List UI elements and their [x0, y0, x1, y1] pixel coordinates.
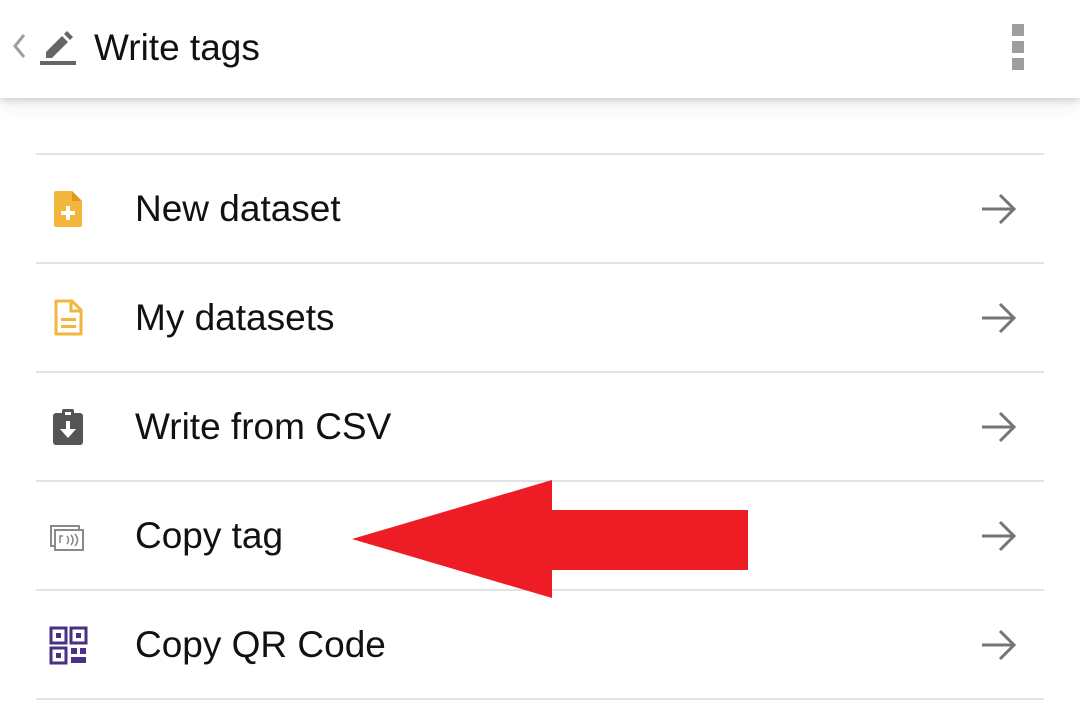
menu-item-write-from-csv[interactable]: Write from CSV	[36, 373, 1044, 482]
edit-icon	[40, 31, 76, 65]
chevron-left-icon[interactable]	[6, 26, 30, 66]
menu-item-label: Copy tag	[135, 515, 284, 556]
menu-item-my-datasets[interactable]: My datasets	[36, 264, 1044, 373]
menu-item-new-dataset[interactable]: New dataset	[36, 155, 1044, 264]
menu-item-label: New dataset	[135, 188, 341, 229]
menu-item-copy-qr-code[interactable]: Copy QR Code	[36, 591, 1044, 700]
clipboard-download-icon	[53, 409, 83, 445]
menu-list: New dataset My datasets Write from CSV C…	[36, 153, 1044, 700]
more-vert-icon[interactable]	[1000, 22, 1036, 72]
annotation-arrow	[352, 480, 748, 598]
menu-item-label: My datasets	[135, 297, 335, 338]
nfc-card-icon	[50, 525, 84, 551]
page-title: Write tags	[94, 27, 260, 68]
arrow-right-icon	[982, 520, 1017, 552]
arrow-right-icon	[982, 411, 1017, 443]
menu-item-label: Copy QR Code	[135, 624, 386, 665]
qr-code-icon	[49, 626, 88, 665]
file-add-icon	[54, 191, 82, 227]
arrow-right-icon	[982, 193, 1017, 225]
menu-item-label: Write from CSV	[135, 406, 392, 447]
arrow-right-icon	[982, 302, 1017, 334]
file-text-icon	[54, 299, 83, 336]
arrow-right-icon	[982, 629, 1017, 661]
app-bar: Write tags	[0, 0, 1080, 98]
